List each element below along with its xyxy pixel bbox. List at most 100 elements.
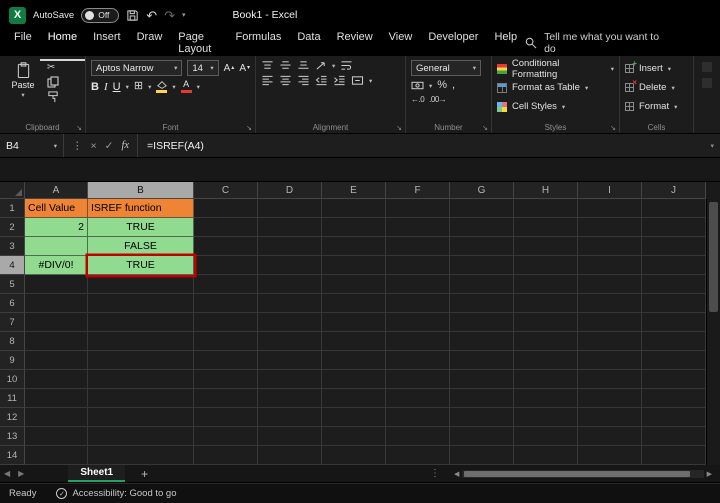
align-top-icon[interactable] bbox=[261, 60, 274, 71]
insert-function-icon[interactable]: fx bbox=[121, 140, 129, 151]
autosave-toggle[interactable]: Off bbox=[81, 7, 120, 23]
cell-F13[interactable] bbox=[386, 427, 450, 446]
alignment-dialog-launcher-icon[interactable]: ↘ bbox=[396, 124, 402, 132]
font-dialog-launcher-icon[interactable]: ↘ bbox=[246, 124, 252, 132]
cell-B12[interactable] bbox=[88, 408, 194, 427]
cell-A13[interactable] bbox=[25, 427, 88, 446]
cell-J6[interactable] bbox=[642, 294, 706, 313]
cell-F10[interactable] bbox=[386, 370, 450, 389]
cell-C3[interactable] bbox=[194, 237, 258, 256]
cell-G7[interactable] bbox=[450, 313, 514, 332]
row-header-8[interactable]: 8 bbox=[0, 332, 25, 351]
cell-H9[interactable] bbox=[514, 351, 578, 370]
format-as-table-button[interactable]: Format as Table ▾ bbox=[497, 78, 614, 97]
cell-C4[interactable] bbox=[194, 256, 258, 275]
vertical-scrollbar[interactable] bbox=[706, 199, 720, 465]
fill-color-dropdown-icon[interactable]: ▾ bbox=[172, 83, 175, 91]
cell-C6[interactable] bbox=[194, 294, 258, 313]
number-format-combobox[interactable]: General ▾ bbox=[411, 60, 481, 76]
tell-me-search[interactable]: Tell me what you want to do bbox=[525, 31, 668, 55]
column-header-A[interactable]: A bbox=[25, 182, 88, 199]
cell-C13[interactable] bbox=[194, 427, 258, 446]
excel-logo-icon[interactable]: X bbox=[9, 6, 26, 24]
redo-icon[interactable]: ↷ bbox=[164, 9, 175, 22]
format-painter-icon[interactable] bbox=[47, 91, 59, 103]
cell-C14[interactable] bbox=[194, 446, 258, 465]
cell-F2[interactable] bbox=[386, 218, 450, 237]
cell-E11[interactable] bbox=[322, 389, 386, 408]
cell-D12[interactable] bbox=[258, 408, 322, 427]
row-header-10[interactable]: 10 bbox=[0, 370, 25, 389]
copy-icon[interactable] bbox=[47, 76, 59, 88]
accounting-dropdown-icon[interactable]: ▾ bbox=[429, 82, 432, 90]
decrease-indent-icon[interactable] bbox=[315, 75, 328, 86]
cell-J3[interactable] bbox=[642, 237, 706, 256]
underline-dropdown-icon[interactable]: ▾ bbox=[126, 83, 129, 91]
cell-H4[interactable] bbox=[514, 256, 578, 275]
cell-G5[interactable] bbox=[450, 275, 514, 294]
quick-access-toolbar-chevron-icon[interactable]: ▾ bbox=[182, 11, 186, 19]
accessibility-status[interactable]: ✓ Accessibility: Good to go bbox=[56, 488, 177, 499]
cell-G14[interactable] bbox=[450, 446, 514, 465]
cell-D1[interactable] bbox=[258, 199, 322, 218]
cell-I13[interactable] bbox=[578, 427, 642, 446]
cell-A7[interactable] bbox=[25, 313, 88, 332]
cell-F11[interactable] bbox=[386, 389, 450, 408]
column-header-D[interactable]: D bbox=[258, 182, 322, 199]
font-color-dropdown-icon[interactable]: ▾ bbox=[197, 83, 200, 91]
sheet-options-icon[interactable]: ⋮ bbox=[430, 468, 440, 479]
cell-G2[interactable] bbox=[450, 218, 514, 237]
paste-button[interactable]: Paste ▾ bbox=[5, 60, 41, 121]
cell-D4[interactable] bbox=[258, 256, 322, 275]
cell-I9[interactable] bbox=[578, 351, 642, 370]
cell-G3[interactable] bbox=[450, 237, 514, 256]
cell-C2[interactable] bbox=[194, 218, 258, 237]
clipboard-dialog-launcher-icon[interactable]: ↘ bbox=[76, 124, 82, 132]
cell-J4[interactable] bbox=[642, 256, 706, 275]
cell-A12[interactable] bbox=[25, 408, 88, 427]
cell-F5[interactable] bbox=[386, 275, 450, 294]
format-button[interactable]: Format ▾ bbox=[625, 97, 688, 116]
sheet-tab-sheet1[interactable]: Sheet1 bbox=[68, 465, 126, 482]
cell-J5[interactable] bbox=[642, 275, 706, 294]
cell-B1[interactable]: ISREF function bbox=[88, 199, 194, 218]
cell-E13[interactable] bbox=[322, 427, 386, 446]
cell-E8[interactable] bbox=[322, 332, 386, 351]
column-header-F[interactable]: F bbox=[386, 182, 450, 199]
cell-E9[interactable] bbox=[322, 351, 386, 370]
cell-I12[interactable] bbox=[578, 408, 642, 427]
align-middle-icon[interactable] bbox=[279, 60, 292, 71]
cell-H3[interactable] bbox=[514, 237, 578, 256]
cell-G6[interactable] bbox=[450, 294, 514, 313]
cell-A6[interactable] bbox=[25, 294, 88, 313]
cell-G10[interactable] bbox=[450, 370, 514, 389]
align-center-icon[interactable] bbox=[279, 75, 292, 86]
row-header-7[interactable]: 7 bbox=[0, 313, 25, 332]
row-header-1[interactable]: 1 bbox=[0, 199, 25, 218]
cell-D3[interactable] bbox=[258, 237, 322, 256]
cell-J10[interactable] bbox=[642, 370, 706, 389]
cell-B13[interactable] bbox=[88, 427, 194, 446]
cell-F12[interactable] bbox=[386, 408, 450, 427]
column-header-C[interactable]: C bbox=[194, 182, 258, 199]
cell-H12[interactable] bbox=[514, 408, 578, 427]
cell-G8[interactable] bbox=[450, 332, 514, 351]
cell-F3[interactable] bbox=[386, 237, 450, 256]
cell-D6[interactable] bbox=[258, 294, 322, 313]
cell-H2[interactable] bbox=[514, 218, 578, 237]
cell-D11[interactable] bbox=[258, 389, 322, 408]
enter-entry-icon[interactable]: ✓ bbox=[105, 140, 114, 152]
cell-E3[interactable] bbox=[322, 237, 386, 256]
cell-A5[interactable] bbox=[25, 275, 88, 294]
hscroll-track[interactable] bbox=[462, 470, 704, 478]
sheet-nav-left-icon[interactable]: ◀ bbox=[0, 469, 14, 478]
cell-I2[interactable] bbox=[578, 218, 642, 237]
column-header-I[interactable]: I bbox=[578, 182, 642, 199]
cell-F9[interactable] bbox=[386, 351, 450, 370]
cell-D2[interactable] bbox=[258, 218, 322, 237]
cell-C9[interactable] bbox=[194, 351, 258, 370]
new-sheet-icon[interactable]: + bbox=[141, 468, 148, 480]
cell-I11[interactable] bbox=[578, 389, 642, 408]
comma-style-icon[interactable]: , bbox=[452, 80, 455, 91]
cell-H5[interactable] bbox=[514, 275, 578, 294]
